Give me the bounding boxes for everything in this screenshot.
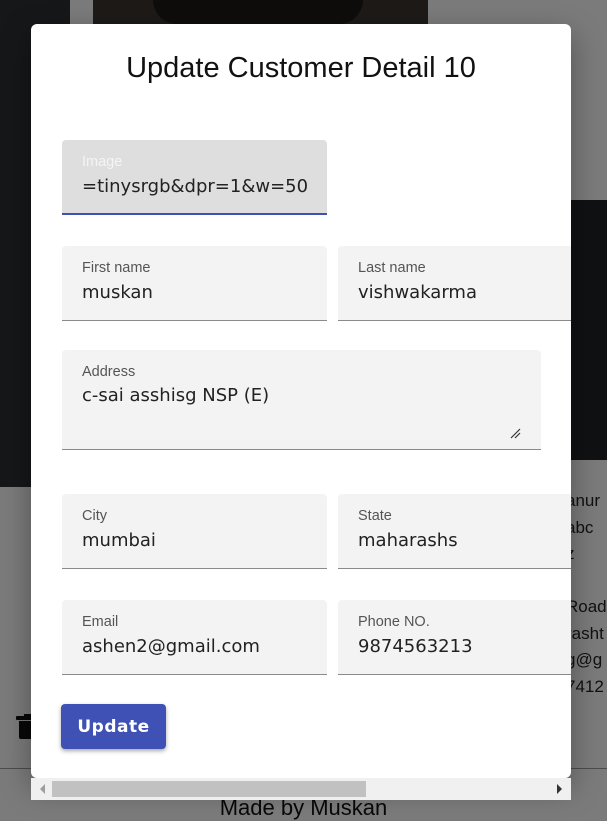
address-textarea[interactable]: c-sai asshisg NSP (E) [82, 384, 521, 434]
address-field[interactable]: Address c-sai asshisg NSP (E) [62, 350, 541, 450]
resize-handle-icon[interactable] [509, 427, 521, 439]
scroll-right-icon[interactable] [557, 784, 562, 794]
first-name-field[interactable]: First name [62, 246, 327, 321]
phone-label: Phone NO. [358, 614, 430, 630]
city-input[interactable] [82, 530, 307, 551]
state-field[interactable]: State [338, 494, 571, 569]
city-label: City [82, 508, 107, 524]
dialog-title: Update Customer Detail 10 [126, 52, 476, 84]
email-label: Email [82, 614, 119, 630]
last-name-field[interactable]: Last name [338, 246, 571, 321]
city-field[interactable]: City [62, 494, 327, 569]
update-button[interactable]: Update [61, 704, 166, 749]
scroll-left-icon[interactable] [40, 784, 45, 794]
first-name-label: First name [82, 260, 151, 276]
state-input[interactable] [358, 530, 563, 551]
image-field-label: Image [82, 154, 123, 170]
last-name-input[interactable] [358, 282, 563, 303]
phone-field[interactable]: Phone NO. [338, 600, 571, 675]
phone-input[interactable] [358, 636, 563, 657]
address-label: Address [82, 364, 136, 380]
image-field[interactable]: Image [62, 140, 327, 215]
email-field[interactable]: Email [62, 600, 327, 675]
update-customer-dialog: Update Customer Detail 10 Image First na… [31, 24, 571, 778]
state-label: State [358, 508, 392, 524]
first-name-input[interactable] [82, 282, 307, 303]
image-input[interactable] [82, 176, 307, 197]
last-name-label: Last name [358, 260, 426, 276]
email-input[interactable] [82, 636, 307, 657]
scrollbar-thumb[interactable] [52, 781, 366, 797]
horizontal-scrollbar[interactable] [31, 778, 571, 800]
